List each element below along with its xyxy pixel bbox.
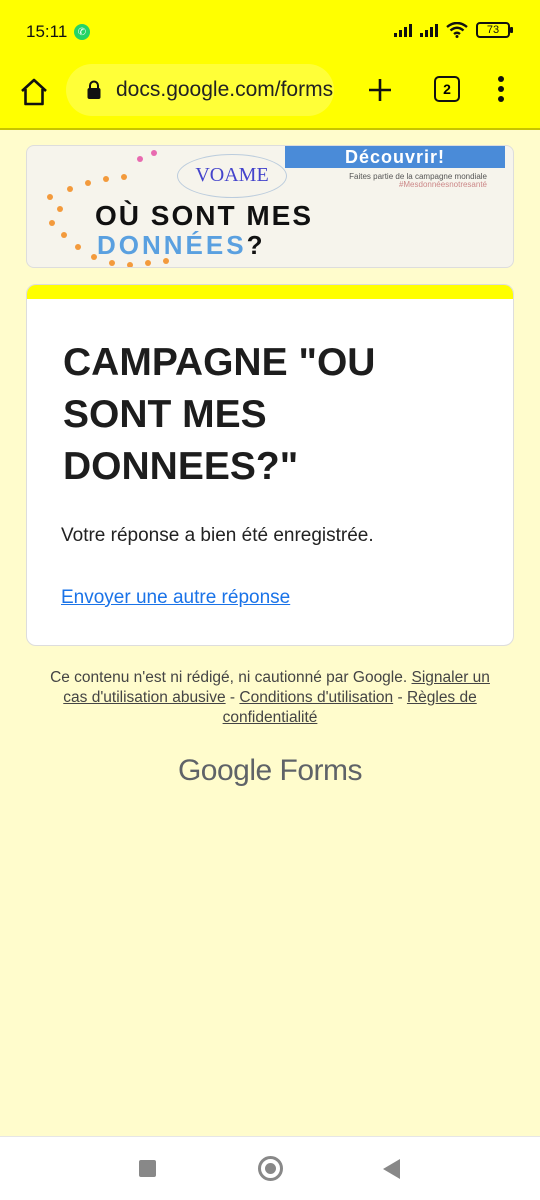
signal-icon bbox=[394, 23, 412, 37]
form-footer: Ce contenu n'est ni rédigé, ni cautionné… bbox=[44, 668, 496, 728]
browser-toolbar: docs.google.com/forms 2 bbox=[0, 64, 540, 130]
battery-icon: 73 bbox=[476, 22, 513, 38]
google-wordmark: Google bbox=[177, 754, 272, 787]
address-bar[interactable]: docs.google.com/forms bbox=[66, 64, 334, 116]
home-icon[interactable] bbox=[18, 76, 50, 108]
voame-logo: VOAME bbox=[177, 154, 287, 198]
footer-disclaimer: Ce contenu n'est ni rédigé, ni cautionné… bbox=[50, 669, 408, 686]
tab-switcher-button[interactable]: 2 bbox=[434, 76, 460, 102]
banner-title-line2: DONNÉES? bbox=[97, 230, 265, 261]
submit-another-response-link[interactable]: Envoyer une autre réponse bbox=[61, 587, 290, 609]
confirmation-card: CAMPAGNE "OU SONT MES DONNEES?" Votre ré… bbox=[26, 284, 514, 646]
whatsapp-icon: ✆ bbox=[74, 24, 90, 40]
confirmation-message: Votre réponse a bien été enregistrée. bbox=[61, 525, 374, 546]
footer-separator: - bbox=[225, 689, 240, 706]
more-menu-icon[interactable] bbox=[496, 74, 506, 104]
banner-title-line1: OÙ SONT MES bbox=[95, 200, 314, 231]
back-icon[interactable] bbox=[381, 1158, 401, 1180]
footer-separator: - bbox=[393, 689, 407, 706]
discover-badge: Découvrir! bbox=[285, 146, 505, 168]
card-accent-stripe bbox=[27, 285, 513, 299]
system-navigation-bar bbox=[0, 1136, 540, 1200]
status-time: 15:11 bbox=[26, 22, 68, 41]
form-header-banner: VOAME Découvrir! Faites partie de la cam… bbox=[26, 145, 514, 268]
signal-icon-2 bbox=[420, 23, 438, 37]
tab-count: 2 bbox=[443, 81, 451, 97]
form-title: CAMPAGNE "OU SONT MES DONNEES?" bbox=[63, 341, 376, 488]
banner-title-word: DONNÉES bbox=[97, 230, 247, 260]
recent-apps-icon[interactable] bbox=[139, 1160, 156, 1177]
banner-hashtag: #Mesdonnéesnotresanté bbox=[398, 180, 487, 189]
forms-wordmark: Forms bbox=[279, 754, 363, 787]
banner-title-mark: ? bbox=[246, 230, 266, 260]
google-forms-logo[interactable]: Google Forms bbox=[0, 754, 540, 788]
status-indicators: 73 bbox=[394, 22, 513, 38]
lock-icon bbox=[87, 80, 101, 99]
wifi-icon bbox=[446, 22, 468, 38]
terms-link[interactable]: Conditions d'utilisation bbox=[239, 689, 393, 706]
home-button-icon[interactable] bbox=[258, 1156, 283, 1181]
new-tab-icon[interactable] bbox=[364, 74, 396, 106]
battery-level: 73 bbox=[486, 24, 500, 36]
url-text: docs.google.com/forms bbox=[116, 78, 334, 101]
status-bar: 15:11 ✆ 73 bbox=[0, 0, 540, 64]
